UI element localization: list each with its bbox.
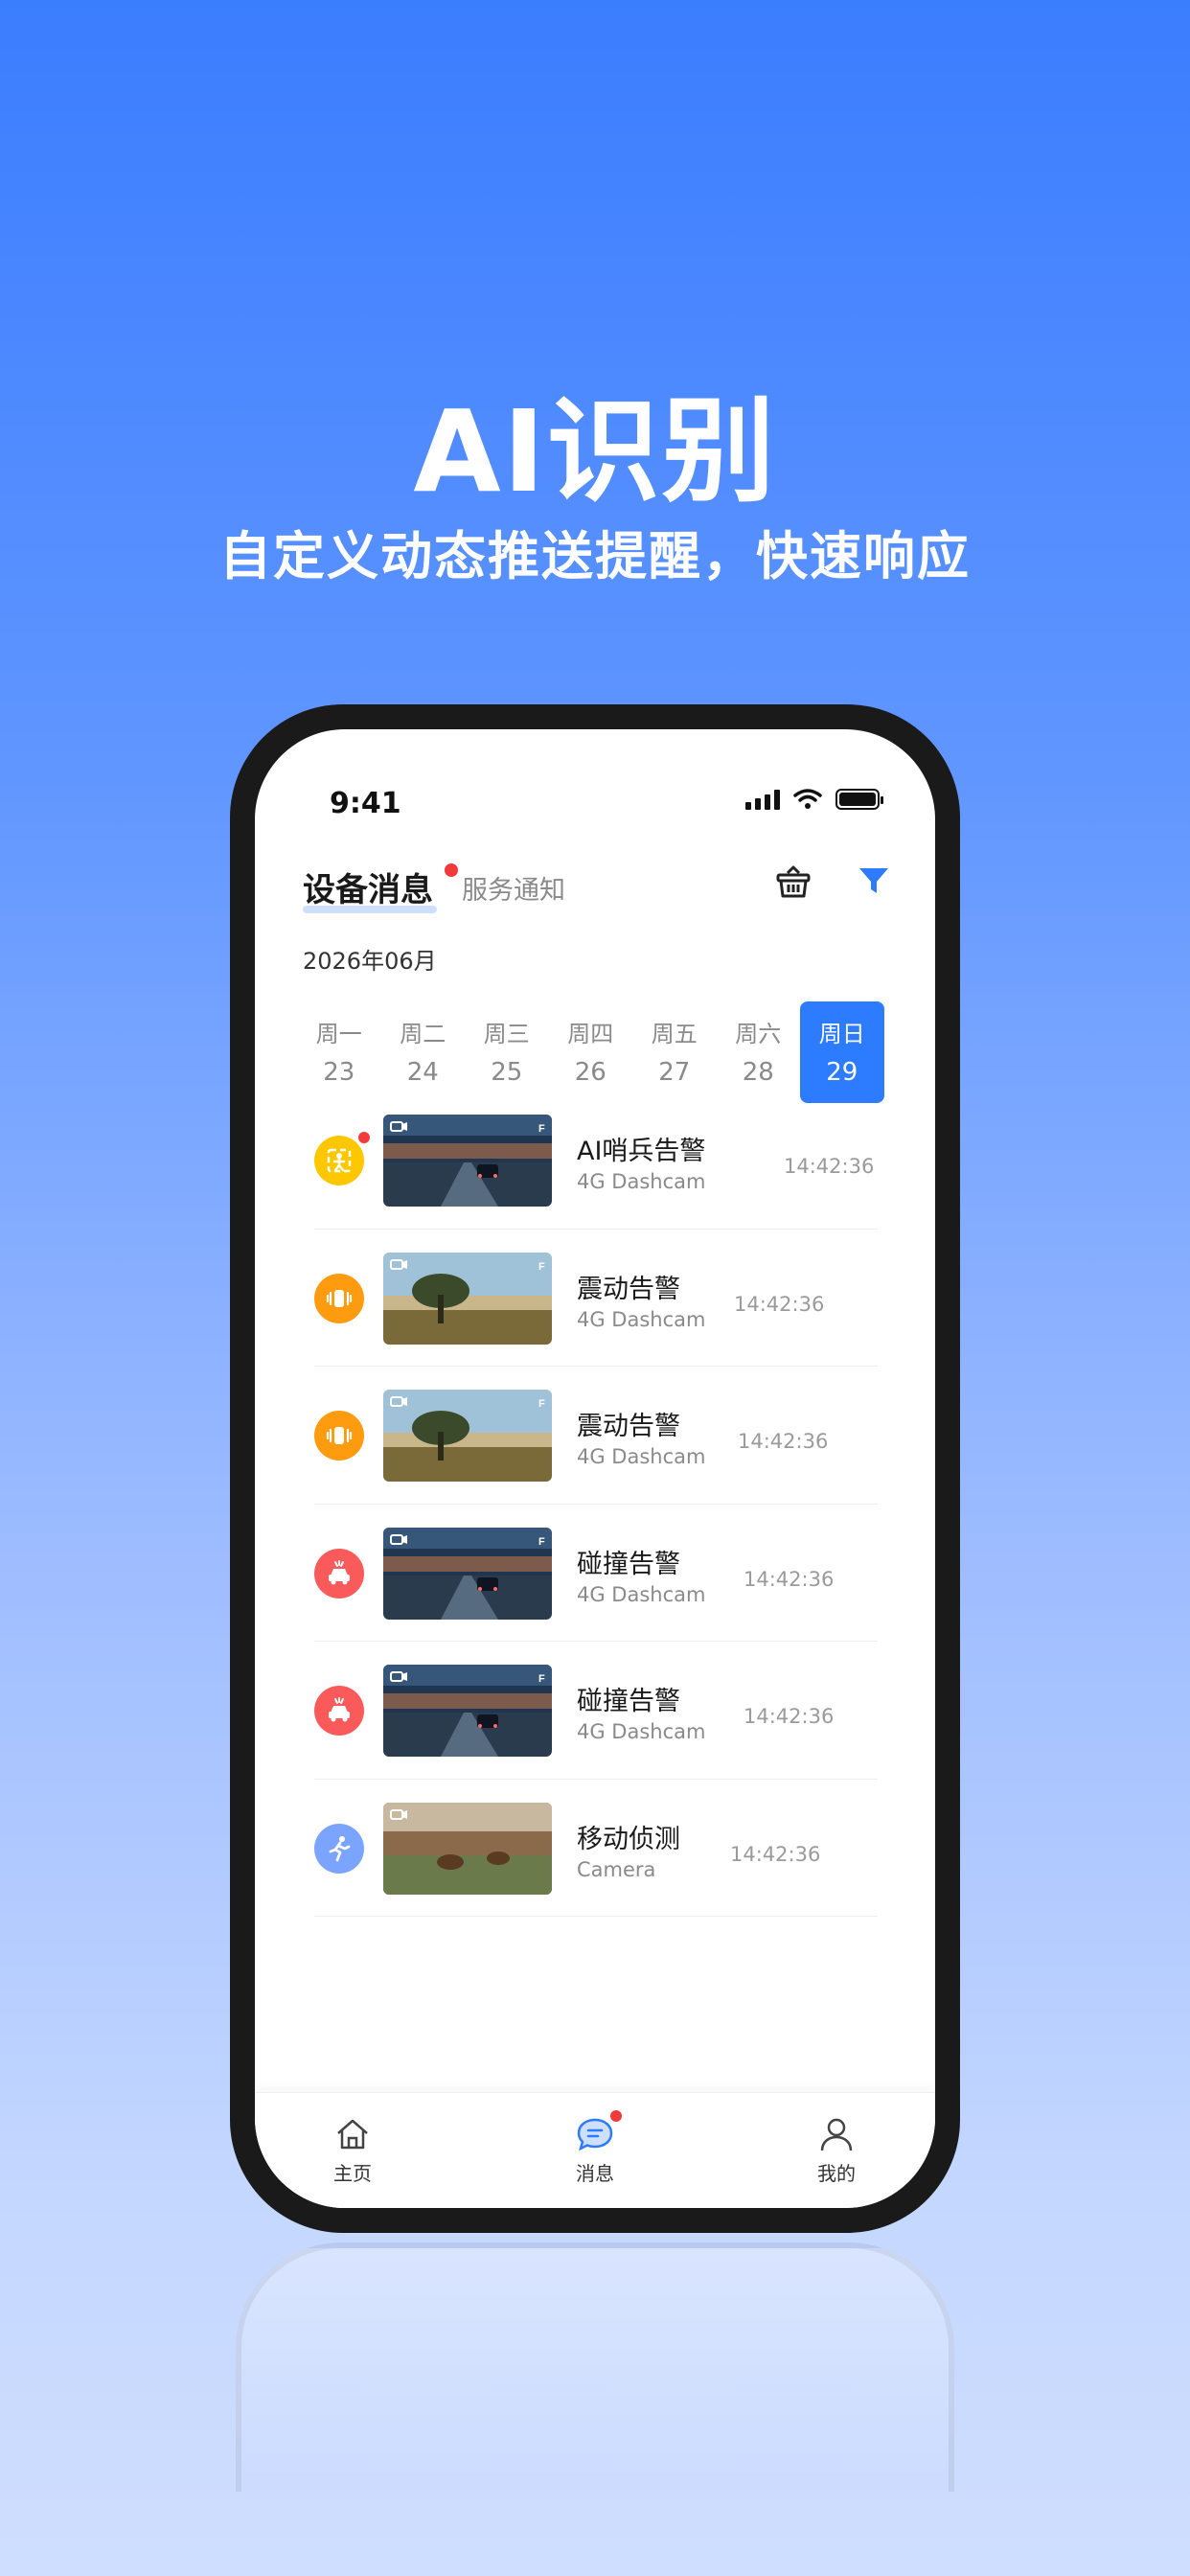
message-time: 14:42:36 xyxy=(744,1567,835,1591)
message-device: Camera xyxy=(577,1857,656,1881)
messages-unread-dot xyxy=(610,2110,622,2122)
tab-device-messages[interactable]: 设备消息 xyxy=(303,863,433,910)
week-selector: 周一 23 周二 24 周三 25 周四 26 周五 27 周六 28 周日 29 xyxy=(297,1001,884,1103)
deer-thumbnail[interactable] xyxy=(383,1802,552,1895)
day-name: 周日 xyxy=(818,1021,865,1047)
tab-service-notices[interactable]: 服务通知 xyxy=(462,869,565,907)
message-title: 移动侦测 xyxy=(577,1824,680,1854)
day-name: 周二 xyxy=(400,1021,446,1047)
message-time: 14:42:36 xyxy=(784,1155,875,1178)
hero-subtitle: 自定义动态推送提醒，快速响应 xyxy=(219,526,971,586)
phone-reflection xyxy=(236,2242,954,2492)
day-name: 周四 xyxy=(567,1021,614,1047)
home-icon xyxy=(337,2119,368,2150)
wifi-icon xyxy=(793,789,822,809)
ai-sentry-icon xyxy=(314,1132,370,1185)
unread-dot xyxy=(358,1132,370,1143)
svg-text:F: F xyxy=(538,1123,545,1135)
filter-icon[interactable] xyxy=(857,863,891,898)
message-title: 碰撞告警 xyxy=(577,1687,680,1716)
collision-icon xyxy=(314,1686,364,1736)
status-icons xyxy=(745,789,883,810)
vibration-icon xyxy=(314,1273,364,1323)
motion-icon xyxy=(314,1823,364,1874)
hero-title: AI识别 xyxy=(413,385,777,518)
day-thu[interactable]: 周四 26 xyxy=(549,1001,633,1103)
message-list: F AI哨兵告警 4G Dashcam 14:42:36 F 震动告警 4G D… xyxy=(314,1092,878,1917)
svg-text:F: F xyxy=(538,1673,545,1685)
list-item[interactable]: F AI哨兵告警 4G Dashcam 14:42:36 xyxy=(314,1092,878,1230)
day-name: 周一 xyxy=(315,1021,362,1047)
landscape-thumbnail[interactable]: F xyxy=(383,1252,552,1345)
message-time: 14:42:36 xyxy=(738,1430,829,1453)
svg-text:F: F xyxy=(538,1261,545,1273)
clear-basket-icon[interactable] xyxy=(774,863,812,902)
cellular-signal-icon xyxy=(745,789,780,810)
collision-icon xyxy=(314,1548,364,1598)
day-date: 27 xyxy=(658,1058,691,1087)
message-bubble-icon xyxy=(577,2118,613,2151)
message-time: 14:42:36 xyxy=(730,1842,821,1866)
nav-messages[interactable]: 消息 xyxy=(547,2110,643,2186)
nav-mine[interactable]: 我的 xyxy=(789,2114,884,2186)
day-name: 周三 xyxy=(483,1021,530,1047)
message-device: 4G Dashcam xyxy=(577,1582,706,1606)
status-time: 9:41 xyxy=(330,787,401,820)
day-wed[interactable]: 周三 25 xyxy=(465,1001,549,1103)
list-item[interactable]: F 震动告警 4G Dashcam 14:42:36 xyxy=(314,1367,878,1505)
day-fri[interactable]: 周五 27 xyxy=(632,1001,717,1103)
day-date: 26 xyxy=(574,1058,606,1087)
message-device: 4G Dashcam xyxy=(577,1307,706,1331)
device-messages-unread-dot xyxy=(445,863,458,877)
battery-icon xyxy=(835,789,883,810)
nav-home-label: 主页 xyxy=(333,2162,372,2185)
nav-home[interactable]: 主页 xyxy=(305,2114,400,2186)
message-title: 震动告警 xyxy=(577,1274,680,1304)
month-label: 2026年06月 xyxy=(303,948,437,975)
list-item[interactable]: 移动侦测 Camera 14:42:36 xyxy=(314,1780,878,1917)
phone-screen: 9:41 设备消息 服务通知 2026年06月 周一 23 周二 24 周三 2… xyxy=(255,729,935,2208)
day-tue[interactable]: 周二 24 xyxy=(381,1001,466,1103)
day-sun-selected[interactable]: 周日 29 xyxy=(800,1001,884,1103)
day-date: 28 xyxy=(742,1058,774,1087)
day-name: 周六 xyxy=(735,1021,782,1047)
list-item[interactable]: F 震动告警 4G Dashcam 14:42:36 xyxy=(314,1230,878,1367)
landscape-thumbnail[interactable]: F xyxy=(383,1390,552,1482)
road-thumbnail[interactable]: F xyxy=(383,1665,552,1757)
road-thumbnail[interactable]: F xyxy=(383,1527,552,1620)
message-device: 4G Dashcam xyxy=(577,1170,706,1193)
svg-text:F: F xyxy=(538,1536,545,1548)
message-device: 4G Dashcam xyxy=(577,1720,706,1743)
user-icon xyxy=(820,2118,853,2151)
message-device: 4G Dashcam xyxy=(577,1445,706,1468)
list-item[interactable]: F 碰撞告警 4G Dashcam 14:42:36 xyxy=(314,1505,878,1642)
day-sat[interactable]: 周六 28 xyxy=(717,1001,801,1103)
svg-text:F: F xyxy=(538,1398,545,1410)
nav-mine-label: 我的 xyxy=(817,2162,856,2185)
message-title: 碰撞告警 xyxy=(577,1549,680,1579)
road-thumbnail[interactable]: F xyxy=(383,1115,552,1207)
nav-messages-label: 消息 xyxy=(576,2162,614,2185)
day-date: 29 xyxy=(826,1058,858,1087)
message-title: AI哨兵告警 xyxy=(577,1137,706,1166)
message-time: 14:42:36 xyxy=(744,1705,835,1728)
vibration-icon xyxy=(314,1411,364,1460)
message-time: 14:42:36 xyxy=(734,1292,825,1316)
phone-frame: 9:41 设备消息 服务通知 2026年06月 周一 23 周二 24 周三 2… xyxy=(230,704,960,2233)
day-name: 周五 xyxy=(651,1021,698,1047)
bottom-nav: 主页 消息 我的 xyxy=(255,2092,935,2208)
day-mon[interactable]: 周一 23 xyxy=(297,1001,381,1103)
message-title: 震动告警 xyxy=(577,1412,680,1441)
list-item[interactable]: F 碰撞告警 4G Dashcam 14:42:36 xyxy=(314,1642,878,1780)
day-date: 24 xyxy=(406,1058,439,1087)
day-date: 25 xyxy=(491,1058,523,1087)
day-date: 23 xyxy=(323,1058,355,1087)
